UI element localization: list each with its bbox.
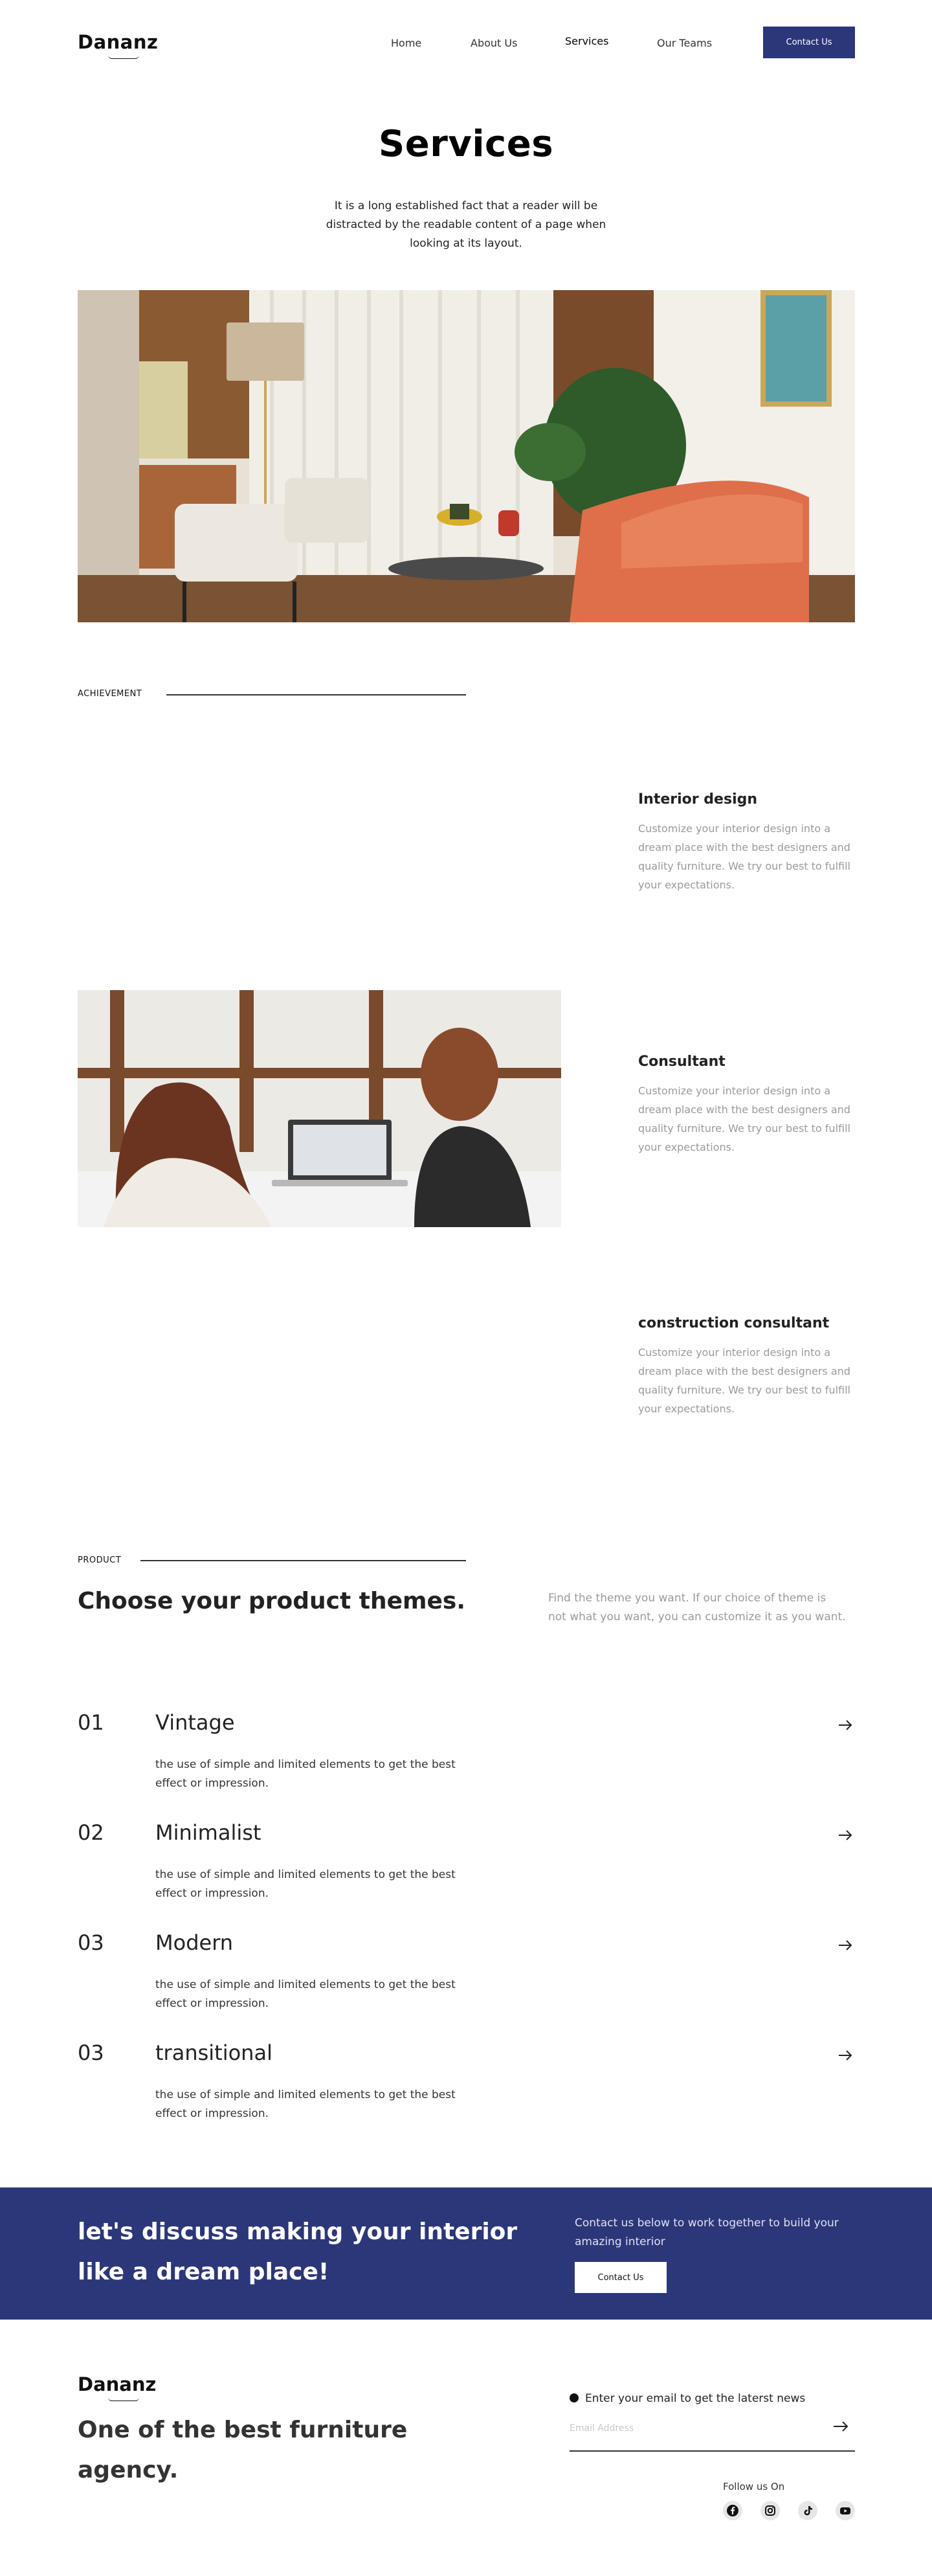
follow-us-label: Follow us On — [723, 2481, 785, 2492]
product-description: the use of simple and limited elements t… — [155, 2088, 456, 2120]
product-divider — [140, 1560, 466, 1561]
achievement-label: ACHIEVEMENT — [78, 689, 142, 699]
youtube-icon[interactable] — [836, 2501, 855, 2520]
nav-link-about[interactable]: About Us — [471, 37, 517, 49]
product-item-transitional[interactable]: 03 transitional the use of simple and li… — [78, 2040, 855, 2138]
arrow-right-icon[interactable] — [836, 1825, 855, 1845]
nav-link-our-teams[interactable]: Our Teams — [657, 37, 712, 49]
cta-contact-button[interactable]: Contact Us — [575, 2262, 667, 2293]
page-title: Services — [378, 123, 554, 165]
top-nav: Dananz Home About Us Services Our Teams … — [0, 0, 932, 87]
cta-title: let's discuss making your interior like … — [78, 2219, 518, 2285]
cta-description: Contact us below to work together to bui… — [575, 2217, 839, 2248]
bullet-icon — [570, 2393, 579, 2402]
arrow-right-icon[interactable] — [836, 1936, 855, 1955]
product-number: 02 — [78, 1820, 104, 1845]
nav-link-home[interactable]: Home — [391, 37, 421, 49]
product-number: 03 — [78, 2040, 104, 2065]
brand-logo-text: Dananz — [78, 31, 159, 53]
nav-link-services[interactable]: Services — [565, 35, 608, 47]
service-interior-design: Interior design Customize your interior … — [638, 791, 855, 894]
service-description: Customize your interior design into a dr… — [638, 1346, 850, 1415]
product-name: Modern — [155, 1930, 234, 1955]
hero-description: It is a long established fact that a rea… — [326, 199, 606, 250]
newsletter-label: Enter your email to get the laterst news — [570, 2392, 805, 2405]
service-title: Interior design — [638, 791, 758, 808]
arrow-right-icon[interactable] — [836, 2046, 855, 2065]
product-number: 01 — [78, 1710, 104, 1735]
footer-logo-text: Dananz — [78, 2373, 157, 2395]
consultant-office-image — [78, 990, 561, 1227]
service-description: Customize your interior design into a dr… — [638, 1085, 850, 1153]
brand-logo[interactable]: Dananz — [78, 31, 159, 59]
service-construction-consultant: construction consultant Customize your i… — [638, 1315, 855, 1418]
living-room-image — [78, 290, 855, 622]
product-name: transitional — [155, 2040, 272, 2065]
logo-underline — [108, 2395, 139, 2401]
service-title: Consultant — [638, 1054, 726, 1070]
arrow-right-icon[interactable] — [836, 1715, 855, 1735]
product-item-vintage[interactable]: 01 Vintage the use of simple and limited… — [78, 1710, 855, 1807]
newsletter-label-text: Enter your email to get the laterst news — [585, 2392, 806, 2405]
logo-underline — [108, 52, 139, 59]
product-description: the use of simple and limited elements t… — [155, 1868, 456, 1900]
product-label: PRODUCT — [78, 1555, 122, 1565]
service-consultant: Consultant Customize your interior desig… — [638, 1054, 855, 1157]
send-arrow-icon[interactable] — [831, 2417, 850, 2436]
contact-us-button[interactable]: Contact Us — [763, 27, 855, 58]
product-section-description: Find the theme you want. If our choice o… — [548, 1592, 846, 1623]
service-title: construction consultant — [638, 1315, 830, 1331]
facebook-icon[interactable] — [723, 2501, 742, 2520]
email-input[interactable] — [570, 2419, 835, 2438]
cta-banner: let's discuss making your interior like … — [0, 2187, 932, 2320]
product-description: the use of simple and limited elements t… — [155, 1978, 456, 2010]
instagram-icon[interactable] — [760, 2501, 780, 2520]
service-description: Customize your interior design into a dr… — [638, 822, 850, 891]
email-underline — [570, 2450, 855, 2452]
product-section-title: Choose your product themes. — [78, 1588, 466, 1614]
product-number: 03 — [78, 1930, 104, 1955]
product-name: Minimalist — [155, 1820, 261, 1845]
product-item-minimalist[interactable]: 02 Minimalist the use of simple and limi… — [78, 1820, 855, 1917]
product-description: the use of simple and limited elements t… — [155, 1758, 456, 1790]
footer-logo[interactable]: Dananz — [78, 2373, 157, 2401]
tiktok-icon[interactable] — [798, 2501, 817, 2520]
footer-tagline: One of the best furniture agency. — [78, 2417, 408, 2483]
product-name: Vintage — [155, 1710, 235, 1735]
product-item-modern[interactable]: 03 Modern the use of simple and limited … — [78, 1930, 855, 2028]
achievement-divider — [166, 694, 466, 695]
